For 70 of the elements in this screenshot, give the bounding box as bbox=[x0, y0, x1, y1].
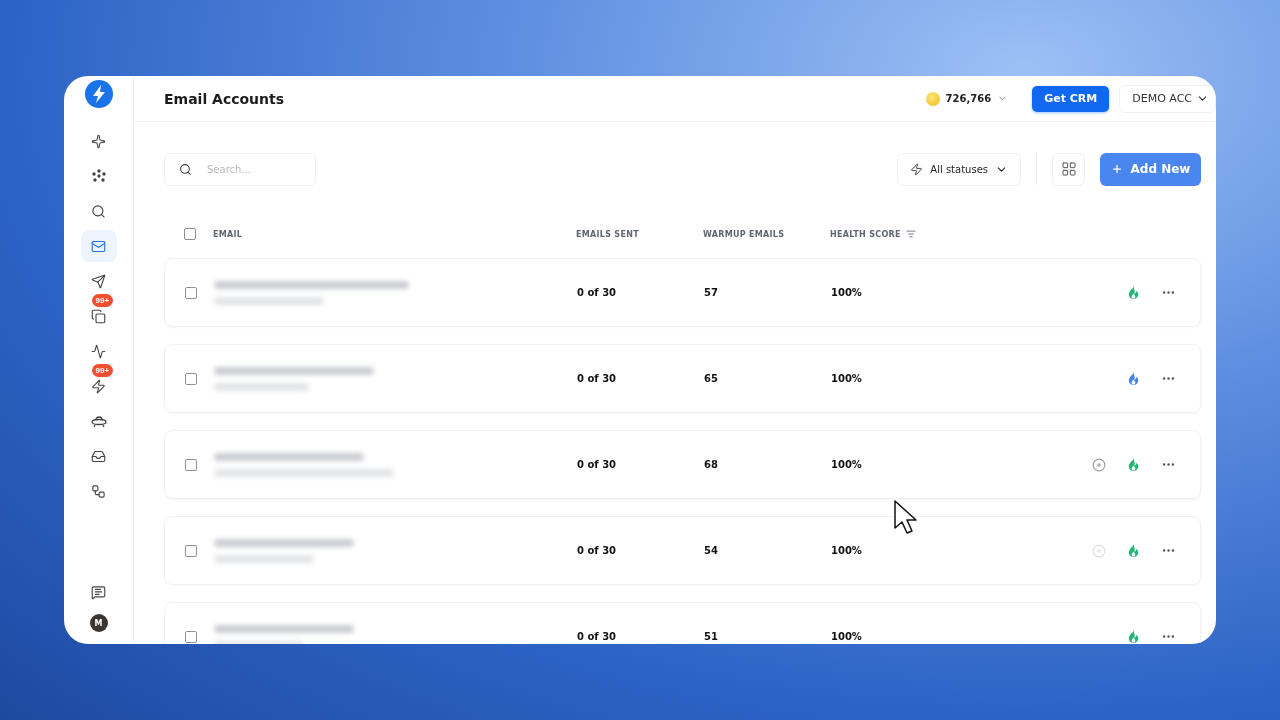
warmup-emails-value: 68 bbox=[704, 459, 719, 470]
flame-icon[interactable] bbox=[1126, 285, 1141, 300]
get-crm-button[interactable]: Get CRM bbox=[1032, 85, 1110, 112]
trend-icon bbox=[91, 343, 106, 359]
mail-icon bbox=[91, 238, 106, 254]
emails-sent-value: 0 of 30 bbox=[577, 631, 618, 642]
account-button[interactable]: DEMO ACC bbox=[1119, 84, 1216, 113]
row-checkbox[interactable] bbox=[185, 372, 197, 385]
grid-view-button[interactable] bbox=[1052, 152, 1085, 186]
count-badge: 99+ bbox=[91, 294, 114, 307]
flame-icon[interactable] bbox=[1126, 371, 1141, 386]
account-row-card[interactable]: 0 of 30 51 100% bbox=[164, 602, 1201, 644]
plus-icon bbox=[1110, 163, 1123, 175]
column-header[interactable]: EMAILS SENT bbox=[576, 229, 703, 239]
coin-icon bbox=[925, 91, 940, 106]
status-filter-dropdown[interactable]: All statuses bbox=[897, 152, 1021, 186]
row-checkbox[interactable] bbox=[185, 458, 197, 471]
flame-icon[interactable] bbox=[1126, 629, 1141, 644]
flow-icon bbox=[91, 483, 106, 499]
disc-icon[interactable] bbox=[1092, 457, 1106, 472]
emails-sent-value: 0 of 30 bbox=[577, 287, 618, 298]
warmup-emails-value: 65 bbox=[704, 373, 719, 384]
sort-icon[interactable] bbox=[905, 229, 916, 239]
warmup-emails-value: 51 bbox=[704, 631, 719, 642]
health-score-value: 100% bbox=[831, 631, 863, 642]
health-score-value: 100% bbox=[831, 373, 863, 384]
warmup-emails-value: 57 bbox=[704, 287, 719, 298]
column-header[interactable]: EMAIL bbox=[213, 229, 576, 239]
bolt-icon bbox=[91, 378, 106, 394]
bolt-icon bbox=[910, 162, 924, 176]
health-score-value: 100% bbox=[831, 287, 863, 298]
credits-button[interactable]: 726,766 bbox=[925, 91, 1009, 106]
account-row-card[interactable]: 0 of 30 54 100% bbox=[164, 516, 1201, 585]
health-score-value: 100% bbox=[831, 459, 863, 470]
account-row-card[interactable]: 0 of 30 57 100% bbox=[164, 258, 1201, 327]
account-row-card[interactable]: 0 of 30 65 100% bbox=[164, 344, 1201, 413]
mouse-pointer-icon bbox=[893, 499, 919, 535]
chat-icon[interactable] bbox=[91, 585, 106, 600]
lightning-logo-icon bbox=[84, 80, 113, 108]
flame-icon[interactable] bbox=[1126, 543, 1141, 558]
row-checkbox[interactable] bbox=[185, 630, 197, 643]
emails-sent-value: 0 of 30 bbox=[577, 373, 618, 384]
flame-icon[interactable] bbox=[1126, 457, 1141, 472]
search-field[interactable]: Search... bbox=[164, 152, 316, 186]
column-header[interactable]: HEALTH SCORE bbox=[830, 229, 901, 239]
inbox-icon bbox=[91, 448, 106, 464]
user-avatar[interactable]: M bbox=[89, 614, 108, 632]
emails-sent-value: 0 of 30 bbox=[577, 545, 618, 556]
ufo-icon bbox=[90, 414, 107, 428]
account-row-card[interactable]: 0 of 30 68 100% bbox=[164, 430, 1201, 499]
page-title: Email Accounts bbox=[164, 90, 286, 107]
select-all-checkbox[interactable] bbox=[184, 228, 196, 240]
copy-icon bbox=[91, 308, 106, 324]
grid-icon bbox=[1060, 161, 1077, 177]
dots-cluster-icon bbox=[91, 169, 106, 183]
search-icon bbox=[91, 203, 106, 219]
emails-sent-value: 0 of 30 bbox=[577, 459, 618, 470]
row-checkbox[interactable] bbox=[185, 544, 197, 557]
health-score-value: 100% bbox=[831, 545, 863, 556]
row-checkbox[interactable] bbox=[185, 286, 197, 299]
count-badge: 99+ bbox=[91, 364, 114, 377]
send-icon bbox=[91, 273, 106, 289]
sparkle-icon bbox=[91, 133, 106, 149]
search-icon bbox=[179, 162, 192, 176]
column-header[interactable]: WARMUP EMAILS bbox=[703, 229, 830, 239]
sidebar-nav-button[interactable]: 99+ bbox=[80, 364, 117, 402]
add-new-button[interactable]: Add New bbox=[1100, 152, 1201, 186]
warmup-emails-value: 54 bbox=[704, 545, 719, 556]
sidebar-nav-button[interactable] bbox=[80, 230, 117, 262]
sidebar-nav-button[interactable]: 99+ bbox=[80, 294, 117, 332]
